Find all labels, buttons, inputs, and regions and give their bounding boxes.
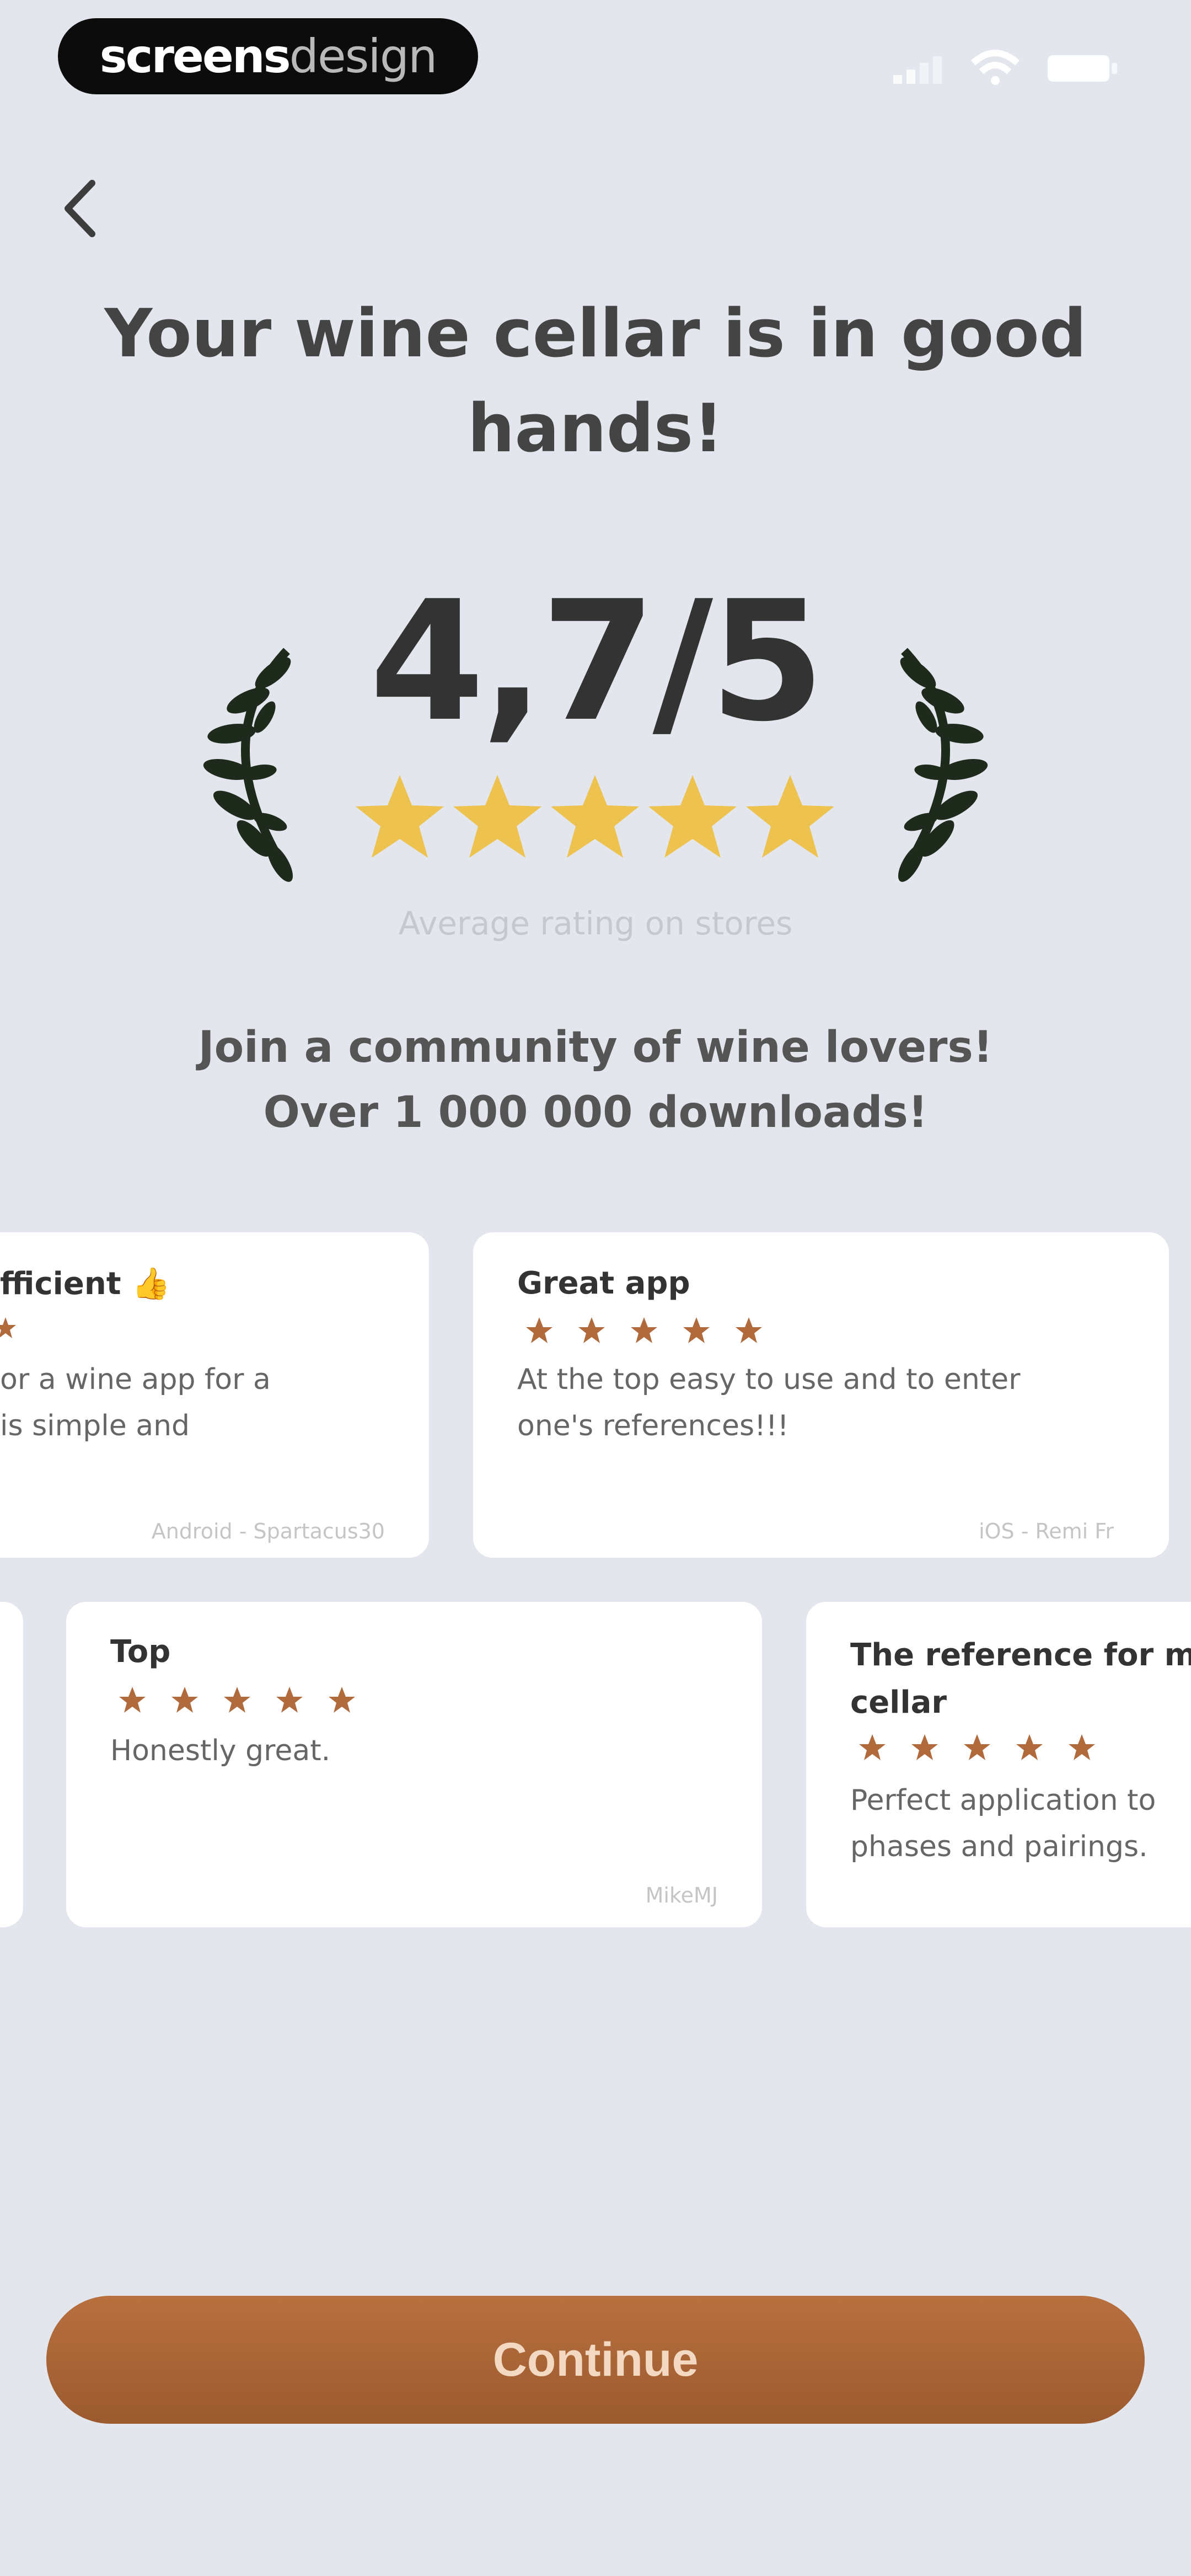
community-line-2: Over 1 000 000 downloads! xyxy=(263,1088,928,1137)
rating-caption: Average rating on stores xyxy=(398,905,793,942)
review-title: fficient 👍 xyxy=(0,1266,170,1302)
review-text-line-2: one's references!!! xyxy=(517,1409,789,1442)
star-icon xyxy=(746,775,834,858)
star-icon xyxy=(0,1317,16,1338)
star-icon xyxy=(859,1734,886,1760)
community-line-1: Join a community of wine lovers! xyxy=(198,1023,993,1072)
star-icon xyxy=(648,775,737,858)
brand-text-light: design xyxy=(289,29,438,83)
review-card[interactable]: Top Honestly great. MikeMJ xyxy=(66,1602,762,1927)
review-title-line-2: cellar xyxy=(850,1685,947,1720)
star-icon xyxy=(578,1317,605,1343)
review-stars xyxy=(526,1317,762,1343)
wifi-icon xyxy=(970,50,1020,85)
star-icon xyxy=(119,1687,146,1713)
review-text: At the top easy to use and to enter one'… xyxy=(517,1356,1021,1449)
star-icon xyxy=(526,1317,552,1343)
brand-text-bold: screens xyxy=(99,29,291,83)
review-card[interactable]: Great app At the top easy to use and to … xyxy=(473,1232,1169,1558)
star-icon xyxy=(453,775,541,858)
star-icon xyxy=(356,775,444,858)
star-icon xyxy=(551,775,639,858)
review-text-line-2: phases and pairings. xyxy=(850,1830,1148,1863)
star-icon xyxy=(1016,1734,1043,1760)
review-stars xyxy=(859,1734,1095,1760)
community-text: Join a community of wine lovers! Over 1 … xyxy=(88,1015,1103,1145)
laurel-left-icon xyxy=(203,648,293,882)
star-icon xyxy=(683,1317,710,1343)
review-title: Top xyxy=(110,1634,171,1670)
review-text: Perfect application to phases and pairin… xyxy=(850,1777,1156,1870)
review-card[interactable]: fficient 👍 or a wine app for a is simple… xyxy=(0,1232,429,1558)
continue-button[interactable]: Continue xyxy=(46,2296,1145,2424)
review-text: Honestly great. xyxy=(110,1734,331,1767)
brand-watermark: screens design xyxy=(58,18,478,94)
star-icon xyxy=(631,1317,657,1343)
star-icon xyxy=(1069,1734,1095,1760)
review-meta: iOS - Remi Fr xyxy=(979,1519,1114,1543)
laurel-right-icon xyxy=(898,648,988,882)
page-title: Your wine cellar is in good hands! xyxy=(104,296,1087,467)
rating-stars xyxy=(356,775,834,858)
review-text-line-2: is simple and xyxy=(0,1409,190,1442)
rating-score: 4,7/5 xyxy=(369,565,825,758)
star-icon xyxy=(224,1687,250,1713)
review-meta: MikeMJ xyxy=(645,1883,718,1907)
battery-icon xyxy=(1048,55,1117,82)
review-text-line-1: or a wine app for a xyxy=(0,1363,271,1396)
star-icon xyxy=(911,1734,938,1760)
review-stars xyxy=(119,1687,355,1713)
review-title: Great app xyxy=(517,1265,690,1301)
star-icon xyxy=(329,1687,355,1713)
star-icon xyxy=(276,1687,303,1713)
back-chevron-icon[interactable] xyxy=(58,175,102,242)
review-card-partial[interactable] xyxy=(0,1602,23,1927)
review-title: The reference for m cellar xyxy=(850,1632,1191,1727)
review-card[interactable]: The reference for m cellar Perfect appli… xyxy=(806,1602,1191,1927)
review-title-line-1: The reference for m xyxy=(850,1637,1191,1673)
star-icon xyxy=(736,1317,762,1343)
review-text-line-1: At the top easy to use and to enter xyxy=(517,1363,1021,1396)
review-text-line-1: Perfect application to xyxy=(850,1784,1156,1817)
star-icon xyxy=(171,1687,198,1713)
review-meta: Android - Spartacus30 xyxy=(151,1519,385,1543)
star-icon xyxy=(964,1734,990,1760)
signal-icon xyxy=(893,56,942,84)
review-text: or a wine app for a is simple and xyxy=(0,1356,271,1449)
